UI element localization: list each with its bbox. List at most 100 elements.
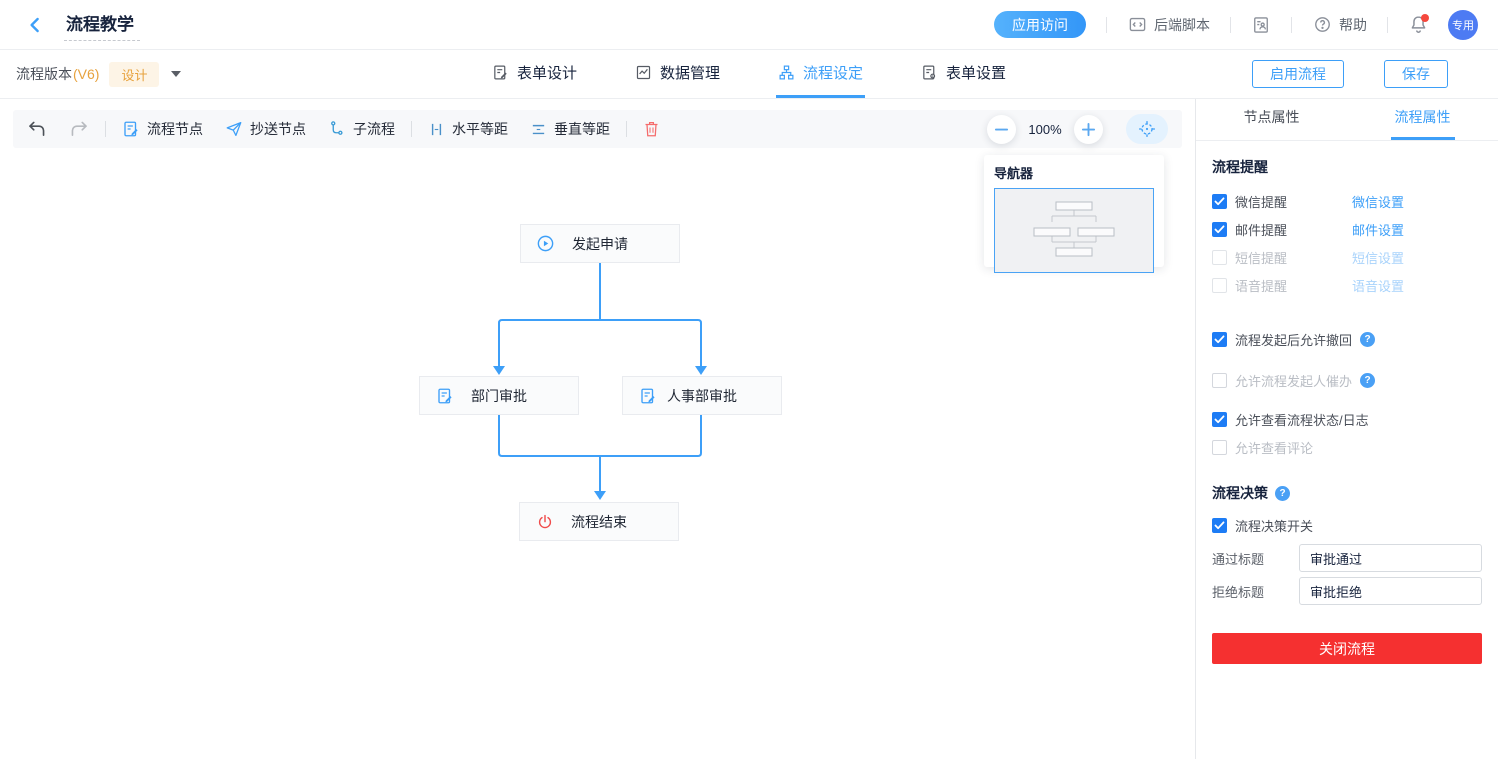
- version-number: (V6): [73, 66, 100, 82]
- decision-section-title: 流程决策 ?: [1212, 483, 1482, 503]
- backend-script-button[interactable]: 后端脚本: [1127, 15, 1210, 35]
- view-status-checkbox[interactable]: [1212, 411, 1227, 427]
- edit-doc-icon: [638, 386, 657, 405]
- view-status-label: 允许查看流程状态/日志: [1235, 412, 1369, 428]
- pass-title-input[interactable]: [1299, 544, 1482, 572]
- vertical-spacing-label: 垂直等距: [554, 121, 610, 137]
- enable-flow-button[interactable]: 启用流程: [1252, 60, 1344, 88]
- flow-node-hr-approval[interactable]: 人事部审批: [622, 376, 782, 415]
- email-reminder-checkbox[interactable]: [1212, 221, 1227, 237]
- check-icon: [1214, 520, 1225, 529]
- email-settings-link[interactable]: 邮件设置: [1352, 220, 1404, 239]
- divider: [1291, 16, 1292, 33]
- check-icon: [1214, 334, 1225, 343]
- view-comments-checkbox[interactable]: [1212, 439, 1227, 455]
- close-flow-button[interactable]: 关闭流程: [1212, 633, 1482, 664]
- app-access-button[interactable]: 应用访问: [994, 11, 1086, 38]
- locate-button[interactable]: [1126, 114, 1168, 144]
- voice-reminder-row: 语音提醒 语音设置: [1212, 271, 1482, 299]
- tab-form-design[interactable]: 表单设计: [490, 50, 579, 98]
- decision-switch-row: 流程决策开关: [1212, 511, 1482, 539]
- node-label: 流程结束: [571, 513, 627, 530]
- flow-node-end[interactable]: 流程结束: [519, 502, 679, 541]
- navigator-title: 导航器: [994, 166, 1034, 181]
- plus-icon: [1081, 122, 1096, 136]
- back-button[interactable]: [24, 14, 46, 36]
- code-icon: [1127, 15, 1147, 35]
- tab-flow-setting[interactable]: 流程设定: [776, 50, 866, 98]
- voice-reminder-label: 语音提醒: [1235, 278, 1288, 294]
- node-label: 发起申请: [572, 235, 628, 252]
- help-icon[interactable]: ?: [1360, 372, 1376, 388]
- allow-withdraw-checkbox[interactable]: [1212, 331, 1227, 347]
- zoom-in-button[interactable]: [1074, 114, 1103, 144]
- notifications-button[interactable]: [1408, 13, 1430, 36]
- chevron-left-icon: [30, 17, 39, 32]
- sms-reminder-row: 短信提醒 短信设置: [1212, 243, 1482, 271]
- help-icon[interactable]: ?: [1360, 331, 1376, 347]
- avatar[interactable]: 专用: [1448, 9, 1478, 40]
- flow-canvas[interactable]: 流程节点 抄送节点 子流程 水平等距 垂直等距 100% 导航器 发起申请 部门…: [0, 99, 1196, 759]
- sms-settings-link[interactable]: 短信设置: [1352, 248, 1404, 267]
- member-log-icon: [1251, 15, 1271, 35]
- tab-form-settings[interactable]: 表单设置: [919, 50, 1008, 98]
- navigator-minimap[interactable]: [994, 188, 1154, 273]
- reject-title-label: 拒绝标题: [1212, 584, 1265, 600]
- edit-doc-icon: [435, 386, 454, 405]
- subflow-tool[interactable]: 子流程: [328, 119, 395, 139]
- tab-label: 流程设定: [803, 65, 864, 82]
- question-circle-icon: [1312, 15, 1332, 35]
- save-button[interactable]: 保存: [1384, 60, 1448, 88]
- allow-withdraw-label: 流程发起后允许撤回: [1235, 332, 1353, 348]
- voice-settings-link[interactable]: 语音设置: [1352, 276, 1404, 295]
- undo-button[interactable]: [27, 120, 47, 138]
- notification-dot: [1421, 13, 1429, 22]
- node-label: 人事部审批: [667, 387, 737, 404]
- flow-node-start[interactable]: 发起申请: [520, 224, 680, 263]
- check-icon: [1214, 414, 1225, 423]
- tab-flow-properties[interactable]: 流程属性: [1347, 99, 1498, 140]
- play-circle-icon: [536, 234, 555, 253]
- version-dropdown-caret[interactable]: [171, 71, 182, 77]
- tab-data-management[interactable]: 数据管理: [633, 50, 722, 98]
- wechat-settings-link[interactable]: 微信设置: [1352, 192, 1404, 211]
- tab-node-properties[interactable]: 节点属性: [1196, 99, 1347, 140]
- data-management-icon: [636, 65, 651, 80]
- tab-label: 数据管理: [659, 65, 720, 82]
- subflow-label: 子流程: [353, 121, 395, 137]
- member-log-button[interactable]: [1251, 15, 1271, 35]
- view-comments-row: 允许查看评论: [1212, 433, 1482, 461]
- redo-icon: [71, 121, 87, 136]
- allow-urge-label: 允许流程发起人催办: [1235, 373, 1353, 389]
- flow-setting-icon: [779, 65, 794, 80]
- vertical-spacing-icon: [532, 124, 545, 134]
- decision-switch-checkbox[interactable]: [1212, 517, 1227, 533]
- decision-switch-label: 流程决策开关: [1235, 518, 1314, 534]
- horizontal-spacing-tool[interactable]: 水平等距: [428, 119, 508, 139]
- flow-node-tool[interactable]: 流程节点: [122, 119, 203, 139]
- sms-reminder-checkbox[interactable]: [1212, 249, 1227, 265]
- reject-title-input[interactable]: [1299, 577, 1482, 605]
- view-comments-label: 允许查看评论: [1235, 440, 1314, 456]
- flow-node-dept-approval[interactable]: 部门审批: [419, 376, 579, 415]
- delete-button[interactable]: [643, 120, 660, 138]
- wechat-reminder-checkbox[interactable]: [1212, 193, 1227, 209]
- help-icon[interactable]: ?: [1275, 485, 1290, 501]
- email-reminder-row: 邮件提醒 邮件设置: [1212, 215, 1482, 243]
- redo-button[interactable]: [69, 120, 89, 138]
- check-icon: [1214, 196, 1225, 205]
- voice-reminder-checkbox[interactable]: [1212, 277, 1227, 293]
- reminder-section-title: 流程提醒: [1212, 159, 1268, 175]
- vertical-spacing-tool[interactable]: 垂直等距: [530, 119, 610, 139]
- properties-panel: 节点属性 流程属性 流程提醒 微信提醒 微信设置 邮件提醒 邮件设置 短信提醒 …: [1196, 99, 1498, 759]
- form-design-icon: [494, 65, 507, 80]
- tab-label: 表单设置: [946, 65, 1007, 82]
- email-reminder-label: 邮件提醒: [1235, 222, 1288, 238]
- subflow-branch-icon: [331, 121, 343, 135]
- allow-urge-checkbox[interactable]: [1212, 372, 1227, 388]
- help-button[interactable]: 帮助: [1312, 15, 1367, 35]
- zoom-out-button[interactable]: [987, 114, 1016, 144]
- cc-node-tool[interactable]: 抄送节点: [225, 119, 306, 139]
- minimap-preview: [1033, 201, 1115, 257]
- horizontal-spacing-icon: [431, 123, 442, 135]
